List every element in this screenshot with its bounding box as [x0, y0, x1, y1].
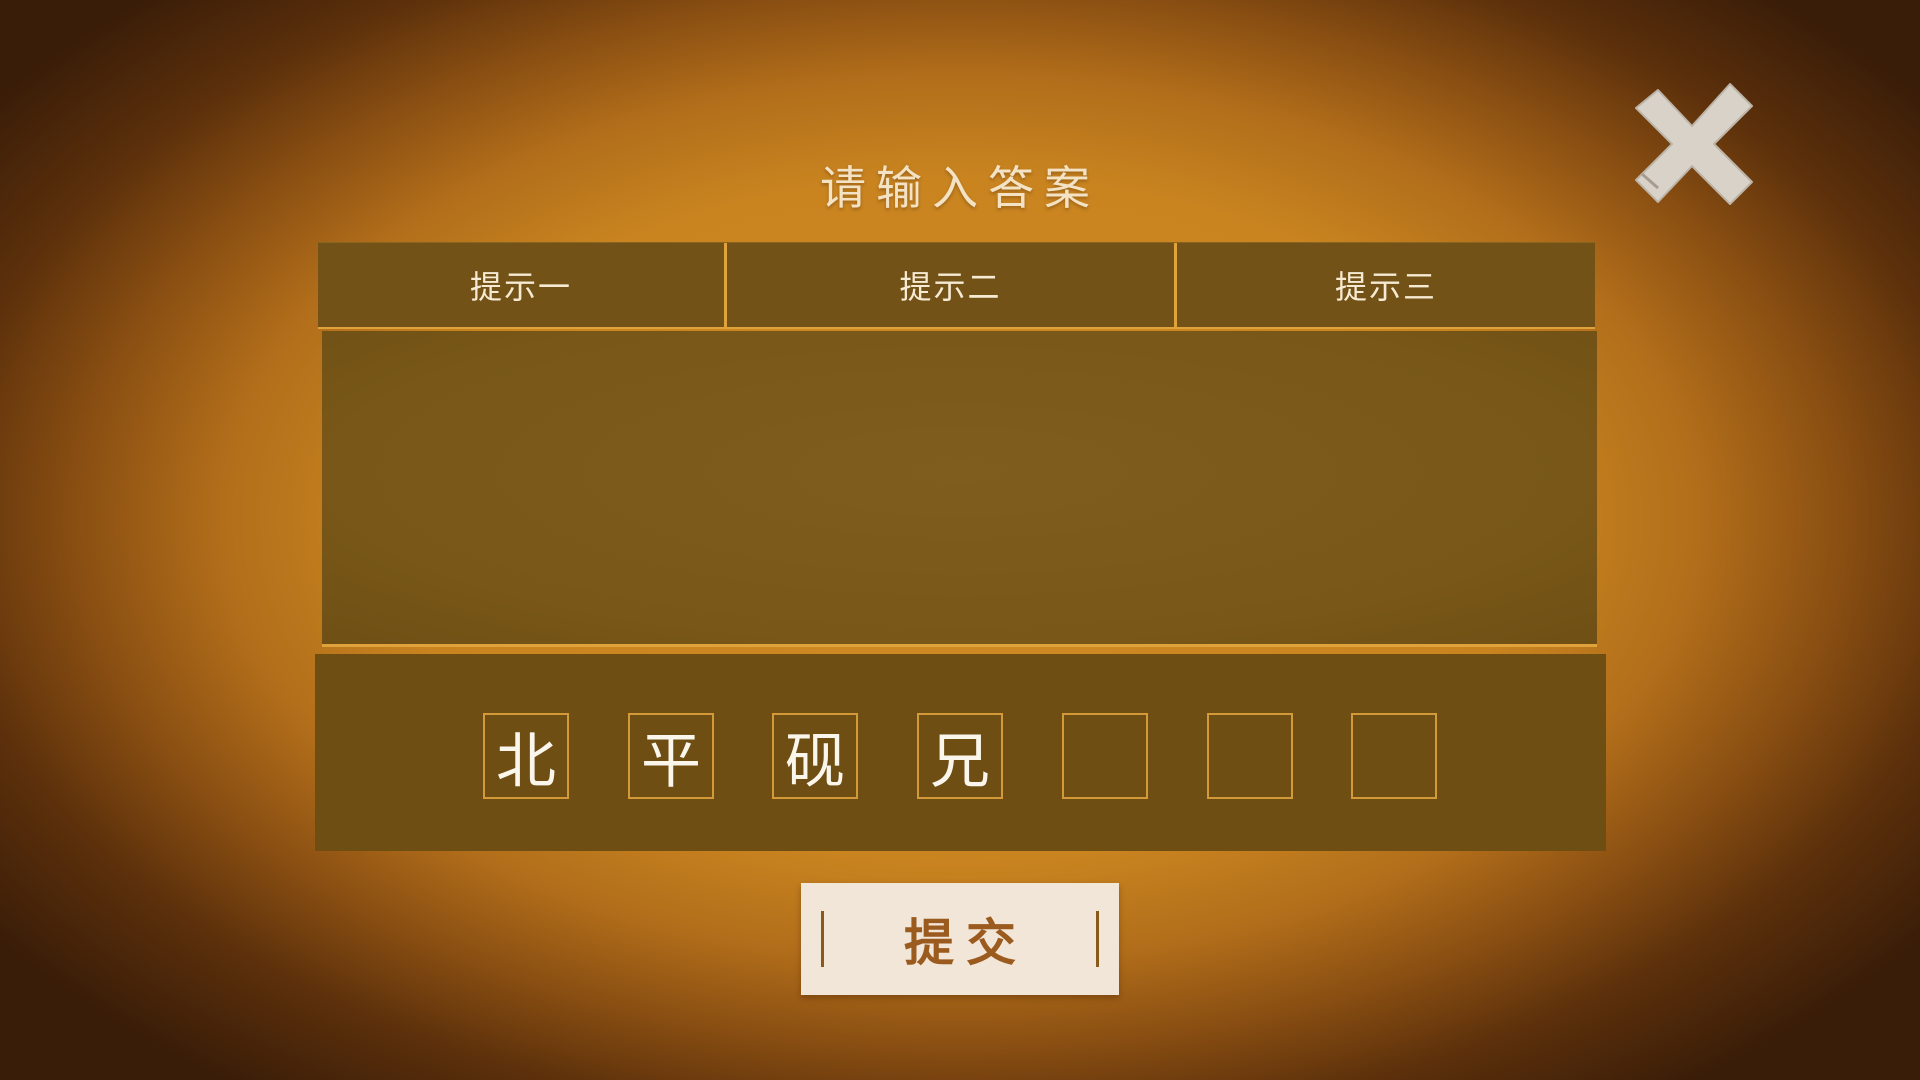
answer-slot-5[interactable] [1062, 713, 1148, 799]
answer-slot-7[interactable] [1351, 713, 1437, 799]
tab-hint-1[interactable]: 提示一 [318, 243, 724, 327]
tab-hint-3[interactable]: 提示三 [1174, 243, 1595, 327]
submit-button-label: 提交 [904, 913, 1028, 972]
answer-slot-6[interactable] [1207, 713, 1293, 799]
answer-slot-3[interactable]: 砚 [772, 713, 858, 799]
close-x-icon [1635, 83, 1753, 205]
hint-content-area [322, 331, 1597, 647]
submit-button[interactable]: 提交 [801, 883, 1119, 995]
tab-hint-2[interactable]: 提示二 [724, 243, 1174, 327]
button-right-bar [1096, 911, 1099, 967]
close-button[interactable] [1628, 78, 1756, 210]
answer-slot-4[interactable]: 兄 [917, 713, 1003, 799]
answer-input-area: 北 平 砚 兄 [315, 654, 1606, 851]
answer-slot-1[interactable]: 北 [483, 713, 569, 799]
hint-tab-bar: 提示一 提示二 提示三 [318, 242, 1595, 327]
answer-slot-2[interactable]: 平 [628, 713, 714, 799]
button-left-bar [821, 911, 824, 967]
